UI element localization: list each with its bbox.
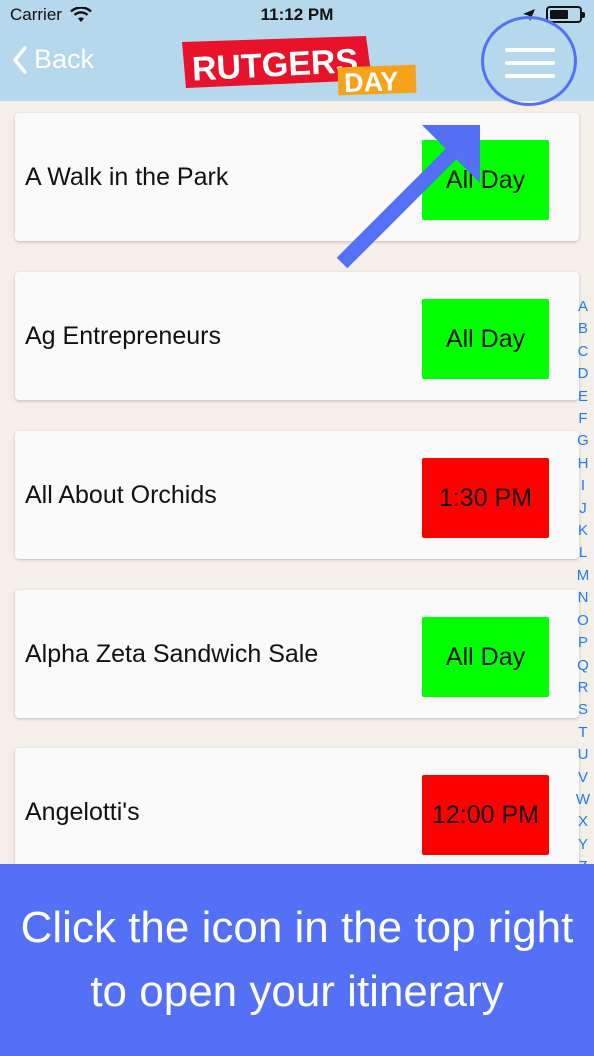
time-badge: 1:30 PM [422,458,549,538]
event-title: Alpha Zeta Sandwich Sale [25,639,319,668]
index-letter-e[interactable]: E [578,386,588,408]
index-letter-f[interactable]: F [578,408,587,430]
list-item[interactable]: A Walk in the Park All Day [15,113,579,241]
list-item[interactable]: All About Orchids 1:30 PM [15,431,579,559]
banner-line-2: to open your itinerary [90,967,504,1016]
banner-line-1: Click the icon in the top right [20,903,574,952]
back-label: Back [34,44,95,74]
index-letter-k[interactable]: K [578,520,588,542]
rutgers-day-logo: RUTGERS DAY [182,36,417,96]
index-letter-o[interactable]: O [577,610,589,632]
index-letter-g[interactable]: G [577,430,589,452]
alphabet-index[interactable]: ABCDEFGHIJKLMNOPQRSTUVWXYZ [576,296,590,864]
event-list[interactable]: A Walk in the Park All Day Ag Entreprene… [0,101,594,864]
time-badge: 12:00 PM [422,775,549,855]
index-letter-i[interactable]: I [581,475,585,497]
index-letter-s[interactable]: S [578,699,588,721]
chevron-left-icon [13,45,27,74]
index-letter-d[interactable]: D [578,363,589,385]
time-badge: All Day [422,617,549,697]
index-letter-p[interactable]: P [578,632,588,654]
battery-fill [550,10,568,19]
back-button[interactable]: Back [12,44,94,75]
index-letter-z[interactable]: Z [578,856,587,864]
index-letter-b[interactable]: B [578,318,588,340]
index-letter-t[interactable]: T [578,722,587,744]
time-badge: All Day [422,140,549,220]
list-item[interactable]: Angelotti's 12:00 PM [15,748,579,864]
index-letter-q[interactable]: Q [577,655,589,677]
index-letter-h[interactable]: H [578,453,589,475]
index-letter-j[interactable]: J [579,498,587,520]
index-letter-v[interactable]: V [578,767,588,789]
event-title: A Walk in the Park [25,162,229,191]
svg-text:DAY: DAY [344,66,400,96]
index-letter-n[interactable]: N [578,587,589,609]
index-letter-r[interactable]: R [578,677,589,699]
time-badge: All Day [422,299,549,379]
index-letter-m[interactable]: M [577,565,590,587]
instruction-banner: Click the icon in the top right to open … [0,864,594,1056]
event-title: Angelotti's [25,797,140,826]
event-title: Ag Entrepreneurs [25,321,221,350]
index-letter-a[interactable]: A [578,296,588,318]
menu-highlight-circle [481,16,577,106]
index-letter-u[interactable]: U [578,744,589,766]
index-letter-w[interactable]: W [576,789,590,811]
index-letter-x[interactable]: X [578,811,588,833]
index-letter-c[interactable]: C [578,341,589,363]
event-title: All About Orchids [25,480,217,509]
index-letter-l[interactable]: L [579,542,587,564]
index-letter-y[interactable]: Y [578,834,588,856]
list-item[interactable]: Alpha Zeta Sandwich Sale All Day [15,590,579,718]
list-item[interactable]: Ag Entrepreneurs All Day [15,272,579,400]
